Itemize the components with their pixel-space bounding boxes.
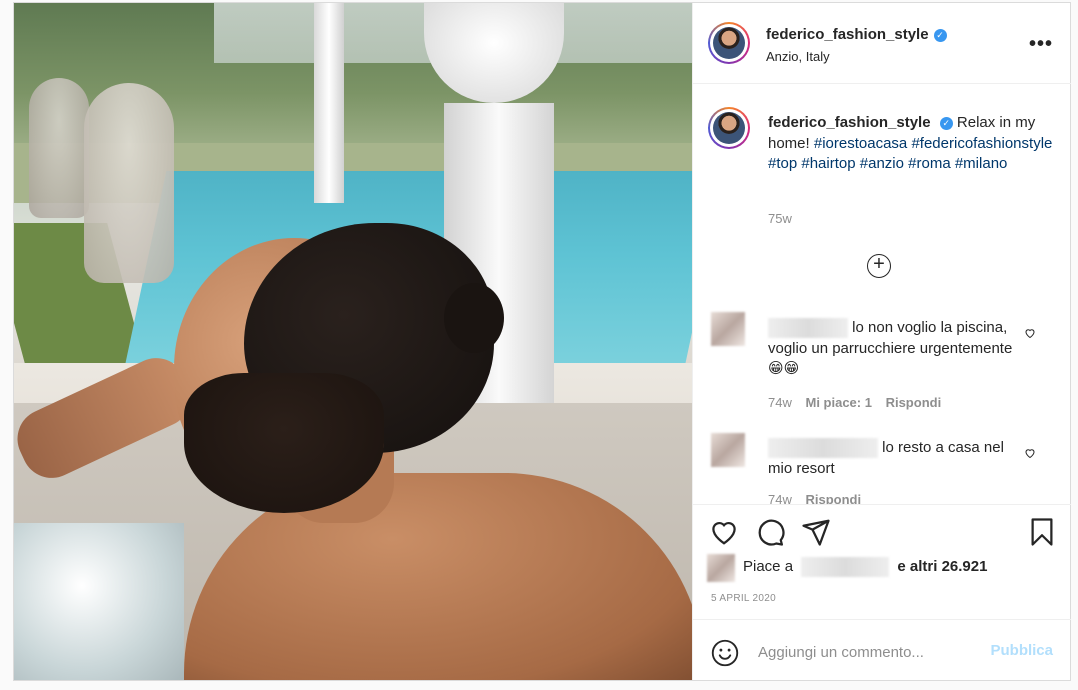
post-header: federico_fashion_style ✓ Anzio, Italy ••• xyxy=(693,3,1071,84)
likes-summary[interactable]: Piace a e altri 26.921 xyxy=(743,557,987,577)
comment-likes[interactable]: Mi piace: 1 xyxy=(805,395,871,410)
hashtag[interactable]: #federicofashionstyle xyxy=(911,135,1052,152)
post-frame: federico_fashion_style ✓ Anzio, Italy •••… xyxy=(13,2,1071,681)
avatar[interactable] xyxy=(708,22,750,64)
comment-bubble-icon[interactable] xyxy=(755,517,785,547)
load-more-comments-icon[interactable]: + xyxy=(867,254,891,278)
comment-like-icon[interactable] xyxy=(1024,327,1036,339)
comment-avatar[interactable] xyxy=(711,312,745,346)
comment-time[interactable]: 74w xyxy=(768,395,792,410)
likes-count[interactable]: e altri 26.921 xyxy=(897,558,987,575)
comment-username[interactable] xyxy=(768,318,848,339)
comment: lo non voglio la piscina, voglio un parr… xyxy=(768,318,1018,380)
hashtag[interactable]: #roma xyxy=(908,155,951,172)
caption: federico_fashion_style ✓ Relax in my hom… xyxy=(768,113,1058,175)
hashtag[interactable]: #anzio xyxy=(860,155,904,172)
likes-prefix: Piace a xyxy=(743,557,794,575)
hashtag[interactable]: #hairtop xyxy=(801,155,855,172)
comment-input[interactable] xyxy=(756,640,980,664)
comment-meta: 74w Rispondi xyxy=(768,492,861,504)
hashtag[interactable]: #iorestoacasa xyxy=(814,135,907,152)
username-link[interactable]: federico_fashion_style ✓ xyxy=(766,26,947,43)
post-sidebar: federico_fashion_style ✓ Anzio, Italy •••… xyxy=(692,3,1071,680)
verified-icon: ✓ xyxy=(939,117,953,130)
emoji-smile-icon[interactable] xyxy=(711,639,739,667)
comment-meta: 74w Mi piace: 1 Rispondi xyxy=(768,395,941,410)
more-options-button[interactable]: ••• xyxy=(1029,33,1053,56)
location-link[interactable]: Anzio, Italy xyxy=(766,49,830,64)
comment-username[interactable] xyxy=(768,438,878,459)
comments-area[interactable]: federico_fashion_style ✓ Relax in my hom… xyxy=(693,84,1071,504)
like-heart-icon[interactable] xyxy=(709,517,739,547)
share-send-icon[interactable] xyxy=(801,517,831,547)
caption-avatar[interactable] xyxy=(708,107,750,149)
caption-time[interactable]: 75w xyxy=(768,211,792,226)
bookmark-save-icon[interactable] xyxy=(1027,517,1057,547)
comment-avatar[interactable] xyxy=(711,433,745,467)
comment: lo resto a casa nel mio resort xyxy=(768,438,1018,479)
comment-composer: Pubblica xyxy=(693,619,1071,682)
comment-reply-button[interactable]: Rispondi xyxy=(886,395,942,410)
post-actions: Piace a e altri 26.921 5 APRIL 2020 Pubb… xyxy=(693,504,1071,681)
comment-reply-button[interactable]: Rispondi xyxy=(805,492,861,504)
publish-comment-button[interactable]: Pubblica xyxy=(990,642,1053,659)
liker-username[interactable] xyxy=(801,557,890,577)
caption-username[interactable]: federico_fashion_style xyxy=(768,114,931,131)
post-date[interactable]: 5 APRIL 2020 xyxy=(711,593,776,604)
verified-badge-icon: ✓ xyxy=(933,29,947,42)
post-photo[interactable] xyxy=(14,3,692,680)
comment-like-icon[interactable] xyxy=(1024,447,1036,459)
comment-time[interactable]: 74w xyxy=(768,492,792,504)
hashtag[interactable]: #top xyxy=(768,155,797,172)
hashtag[interactable]: #milano xyxy=(955,155,1008,172)
liker-avatar[interactable] xyxy=(707,554,735,582)
